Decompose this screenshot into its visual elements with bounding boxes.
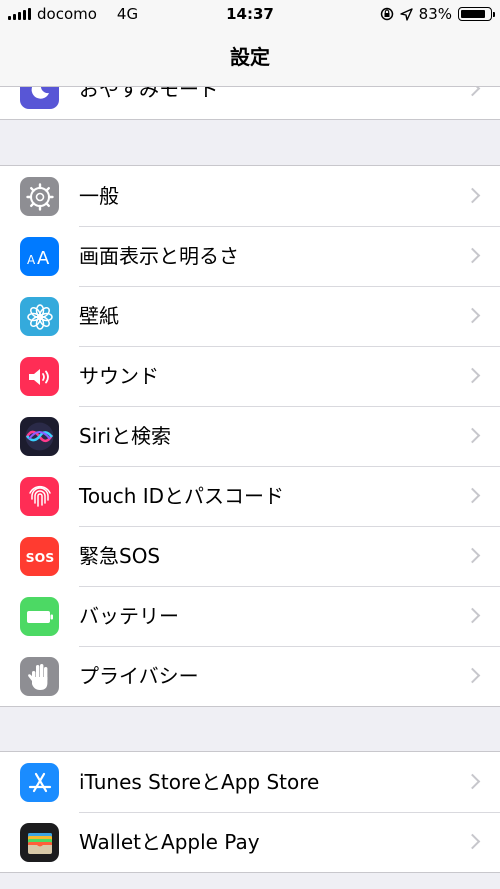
settings-row-label: iTunes StoreとApp Store (79, 770, 320, 794)
chevron-right-icon (464, 367, 481, 384)
gear-icon (20, 177, 59, 216)
settings-row-label: 壁紙 (79, 304, 119, 328)
page-title: 設定 (230, 45, 270, 69)
settings-row-touch-id-passcode[interactable]: Touch IDとパスコード (0, 466, 500, 526)
settings-row-label: バッテリー (79, 604, 179, 628)
sos-icon: SOS (20, 537, 59, 576)
settings-row-label: WalletとApple Pay (79, 830, 260, 854)
settings-row-general[interactable]: 一般 (0, 166, 500, 226)
hand-icon (20, 657, 59, 696)
chevron-right-icon (464, 667, 481, 684)
battery-percent: 83% (418, 5, 452, 23)
settings-row-itunes-app-store[interactable]: iTunes StoreとApp Store (0, 752, 500, 812)
settings-row-sounds[interactable]: サウンド (0, 346, 500, 406)
settings-row-battery[interactable]: バッテリー (0, 586, 500, 646)
battery-icon (20, 597, 59, 636)
svg-text:A: A (37, 248, 50, 267)
status-bar: docomo 4G 14:37 83% (0, 0, 500, 30)
settings-row-emergency-sos[interactable]: SOS 緊急SOS (0, 526, 500, 586)
settings-row-privacy[interactable]: プライバシー (0, 646, 500, 706)
wallet-icon (20, 823, 59, 862)
location-icon (399, 7, 413, 21)
chevron-right-icon (464, 547, 481, 564)
battery-icon (458, 7, 495, 21)
chevron-right-icon (464, 773, 481, 790)
settings-row-wallet-apple-pay[interactable]: WalletとApple Pay (0, 812, 500, 872)
settings-row-label: 緊急SOS (79, 544, 161, 568)
chevron-right-icon (464, 487, 481, 504)
settings-row-label: Touch IDとパスコード (79, 484, 285, 508)
chevron-right-icon (464, 187, 481, 204)
settings-group-stores: iTunes StoreとApp Store WalletとApple Pay (0, 751, 500, 873)
orientation-lock-icon (380, 7, 393, 21)
settings-row-label: 一般 (79, 184, 119, 208)
settings-row-label: Siriと検索 (79, 424, 172, 448)
settings-row-siri-search[interactable]: Siriと検索 (0, 406, 500, 466)
chevron-right-icon (464, 833, 481, 850)
chevron-right-icon (464, 607, 481, 624)
settings-group-general: 一般 A A 画面表示と明るさ 壁紙 サウンド Siriと検索 Touch ID… (0, 165, 500, 707)
fingerprint-icon (20, 477, 59, 516)
chevron-right-icon (464, 427, 481, 444)
svg-text:SOS: SOS (25, 550, 54, 565)
speaker-icon (20, 357, 59, 396)
app-store-icon (20, 763, 59, 802)
text-size-icon: A A (20, 237, 59, 276)
settings-row-label: サウンド (79, 364, 159, 388)
siri-icon (20, 417, 59, 456)
settings-row-label: プライバシー (79, 664, 199, 688)
nav-bar: 設定 (0, 30, 500, 87)
svg-text:A: A (27, 253, 36, 267)
chevron-right-icon (464, 247, 481, 264)
settings-row-wallpaper[interactable]: 壁紙 (0, 286, 500, 346)
settings-row-label: 画面表示と明るさ (79, 244, 239, 268)
chevron-right-icon (464, 307, 481, 324)
settings-row-display-brightness[interactable]: A A 画面表示と明るさ (0, 226, 500, 286)
flower-icon (20, 297, 59, 336)
